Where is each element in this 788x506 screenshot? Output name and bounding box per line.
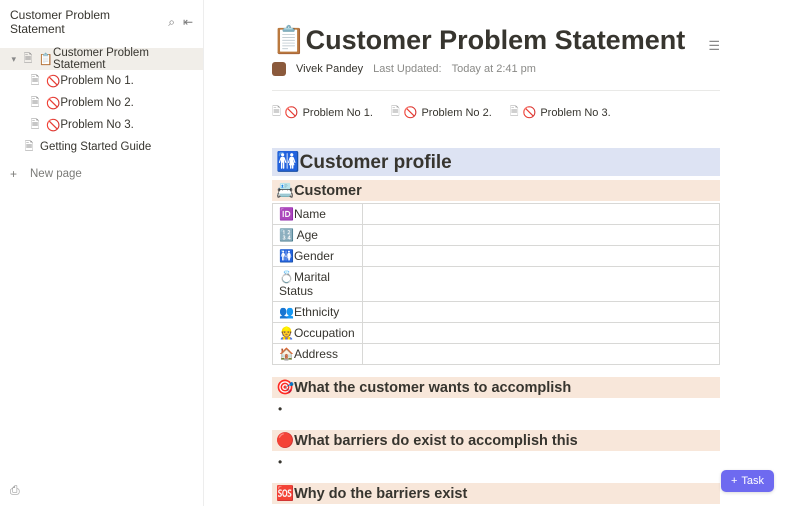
updated-label: Last Updated: <box>373 63 442 75</box>
bullet-item[interactable] <box>272 453 720 471</box>
table-row[interactable]: 💍Marital Status <box>273 267 720 302</box>
h3-emoji: 🎯 <box>276 380 294 396</box>
tree-child[interactable]: 🗎 🚫 Problem No 1. <box>0 70 203 92</box>
sidebar-footer: ⎙ <box>0 477 203 506</box>
cell-value[interactable] <box>363 225 720 246</box>
cell-label: Ethnicity <box>294 305 339 319</box>
page-icon: 🗎 <box>21 50 34 69</box>
link-emoji: 🚫 <box>285 106 299 119</box>
outline-icon[interactable]: ☰ <box>708 24 720 54</box>
customer-table: 🆔Name 🔢 Age 🚻Gender 💍Marital Status 👥Eth… <box>272 203 720 365</box>
page-icon: 🗎 <box>272 103 281 122</box>
author-name[interactable]: Vivek Pandey <box>296 63 363 75</box>
heading-accomplish[interactable]: 🎯What the customer wants to accomplish <box>272 377 720 398</box>
h3-text: Customer <box>294 183 362 199</box>
tree-child-label: Problem No 1. <box>60 75 134 87</box>
link-label: Problem No 3. <box>540 107 610 119</box>
cell-label: Gender <box>294 249 334 263</box>
cell-value[interactable] <box>363 246 720 267</box>
search-icon[interactable]: ⌕ <box>168 15 175 30</box>
link-emoji: 🚫 <box>523 106 537 119</box>
table-row[interactable]: 👷Occupation <box>273 323 720 344</box>
tree-sibling[interactable]: 🗎 Getting Started Guide <box>0 136 203 158</box>
cell-value[interactable] <box>363 204 720 225</box>
h3-text: What the customer wants to accomplish <box>294 380 571 396</box>
chevron-down-icon[interactable]: ▾ <box>8 54 19 65</box>
page-icon: 🗎 <box>391 103 400 122</box>
collapse-sidebar-icon[interactable]: ⇤ <box>183 15 193 30</box>
table-row[interactable]: 👥Ethnicity <box>273 302 720 323</box>
cell-label: Address <box>294 347 338 361</box>
page-emoji: 📋 <box>39 52 53 66</box>
tree-child-label: Problem No 2. <box>60 97 134 109</box>
sidebar: Customer Problem Statement ⌕ ⇤ ▾ 🗎 📋 Cus… <box>0 0 204 506</box>
task-label: Task <box>741 475 764 487</box>
heading-why[interactable]: 🆘Why do the barriers exist <box>272 483 720 504</box>
title-text: Customer Problem Statement <box>306 25 686 55</box>
item-emoji: 🚫 <box>46 118 60 132</box>
h3-text: Why do the barriers exist <box>294 486 467 502</box>
table-row[interactable]: 🆔Name <box>273 204 720 225</box>
h2-text: Customer profile <box>300 152 452 173</box>
divider <box>272 90 720 91</box>
child-link[interactable]: 🗎 🚫Problem No 2. <box>391 103 492 122</box>
page-icon: 🗎 <box>510 103 519 122</box>
cell-value[interactable] <box>363 344 720 365</box>
table-row[interactable]: 🔢 Age <box>273 225 720 246</box>
link-label: Problem No 2. <box>421 107 491 119</box>
tree-child[interactable]: 🗎 🚫 Problem No 3. <box>0 114 203 136</box>
sidebar-header: Customer Problem Statement ⌕ ⇤ <box>0 0 203 44</box>
h2-emoji: 🚻 <box>276 152 300 173</box>
plus-icon: + <box>10 167 24 181</box>
heading-barriers[interactable]: 🔴What barriers do exist to accomplish th… <box>272 430 720 451</box>
cell-label: Age <box>294 228 318 242</box>
child-link[interactable]: 🗎 🚫 Problem No 1. <box>272 103 373 122</box>
heading-customer[interactable]: 📇Customer <box>272 180 720 201</box>
child-links: 🗎🚫Problem No 1. 🗎🚫Problem No 2. 🗎🚫Proble… <box>272 103 720 122</box>
document: 📋Customer Problem Statement ☰ Vivek Pand… <box>266 24 726 504</box>
workspace-title[interactable]: Customer Problem Statement <box>10 8 162 36</box>
table-row[interactable]: 🚻Gender <box>273 246 720 267</box>
task-button[interactable]: + Task <box>721 470 774 492</box>
sidebar-tree: ▾ 🗎 📋 Customer Problem Statement 🗎 🚫 Pro… <box>0 44 203 477</box>
updated-value: Today at 2:41 pm <box>452 63 536 75</box>
section-customer-profile[interactable]: 🚻Customer profile <box>272 148 720 176</box>
main: 📋Customer Problem Statement ☰ Vivek Pand… <box>204 0 788 506</box>
cell-value[interactable] <box>363 267 720 302</box>
cell-label: Occupation <box>294 326 355 340</box>
page-title[interactable]: 📋Customer Problem Statement <box>272 24 708 56</box>
bullet-item[interactable] <box>272 400 720 418</box>
new-page-button[interactable]: + New page <box>0 162 203 186</box>
tree-sibling-label: Getting Started Guide <box>40 141 151 153</box>
item-emoji: 🚫 <box>46 96 60 110</box>
child-link[interactable]: 🗎 🚫Problem No 3. <box>510 103 611 122</box>
page-icon: 🗎 <box>22 138 36 157</box>
h3-emoji: 📇 <box>276 183 294 199</box>
h3-emoji: 🆘 <box>276 486 294 502</box>
page-icon: 🗎 <box>28 72 42 91</box>
cell-label: Name <box>294 207 326 221</box>
cell-value[interactable] <box>363 323 720 344</box>
h3-emoji: 🔴 <box>276 433 294 449</box>
page-icon: 🗎 <box>28 116 42 135</box>
h3-text: What barriers do exist to accomplish thi… <box>294 433 578 449</box>
tree-root[interactable]: ▾ 🗎 📋 Customer Problem Statement <box>0 48 203 70</box>
tree-child-label: Problem No 3. <box>60 119 134 131</box>
link-emoji: 🚫 <box>404 106 418 119</box>
page-icon: 🗎 <box>28 94 42 113</box>
title-emoji: 📋 <box>272 25 306 55</box>
tree-root-label: Customer Problem Statement <box>53 47 197 71</box>
author-avatar[interactable] <box>272 62 286 76</box>
doc-meta: Vivek Pandey Last Updated: Today at 2:41… <box>272 62 720 76</box>
plus-icon: + <box>731 475 737 487</box>
link-label: Problem No 1. <box>303 107 373 119</box>
table-row[interactable]: 🏠Address <box>273 344 720 365</box>
tree-child[interactable]: 🗎 🚫 Problem No 2. <box>0 92 203 114</box>
cell-value[interactable] <box>363 302 720 323</box>
new-page-label: New page <box>30 168 82 180</box>
templates-icon[interactable]: ⎙ <box>10 483 20 497</box>
item-emoji: 🚫 <box>46 74 60 88</box>
